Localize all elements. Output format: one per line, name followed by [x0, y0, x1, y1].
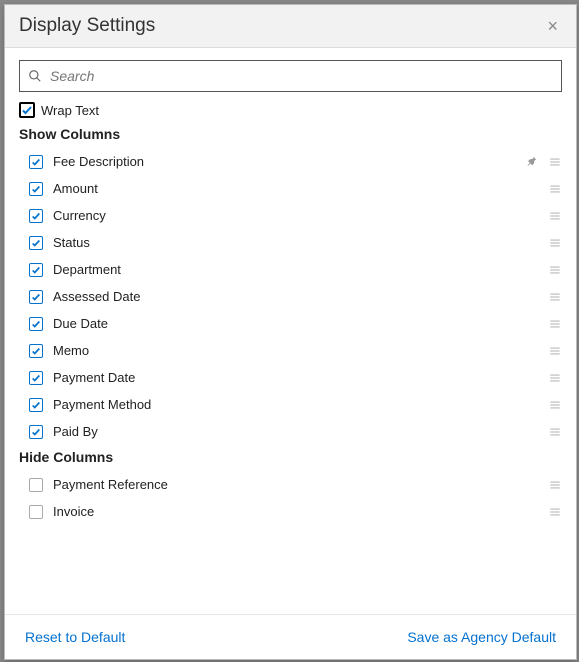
column-label: Status	[53, 235, 548, 250]
column-checkbox[interactable]	[29, 263, 43, 277]
column-label: Payment Method	[53, 397, 548, 412]
column-checkbox[interactable]	[29, 236, 43, 250]
drag-handle-icon[interactable]	[548, 209, 562, 223]
wrap-text-label: Wrap Text	[41, 103, 99, 118]
column-checkbox[interactable]	[29, 478, 43, 492]
display-settings-dialog: Display Settings × Wrap Text Show Column…	[4, 4, 577, 660]
column-label: Due Date	[53, 316, 548, 331]
drag-handle-icon[interactable]	[548, 478, 562, 492]
reset-to-default-link[interactable]: Reset to Default	[25, 629, 125, 645]
dialog-body: Wrap Text Show Columns Fee Description Am…	[5, 48, 576, 614]
column-row: Department	[19, 256, 562, 283]
column-checkbox[interactable]	[29, 209, 43, 223]
dialog-title: Display Settings	[19, 15, 155, 37]
column-label: Amount	[53, 181, 548, 196]
wrap-text-row: Wrap Text	[19, 102, 562, 118]
drag-handle-icon[interactable]	[548, 155, 562, 169]
drag-handle-icon[interactable]	[548, 317, 562, 331]
search-input[interactable]	[48, 67, 553, 85]
hide-columns-heading: Hide Columns	[19, 449, 562, 465]
dialog-header: Display Settings ×	[5, 5, 576, 48]
column-checkbox[interactable]	[29, 425, 43, 439]
close-button[interactable]: ×	[543, 15, 562, 37]
column-checkbox[interactable]	[29, 371, 43, 385]
column-checkbox[interactable]	[29, 505, 43, 519]
column-checkbox[interactable]	[29, 290, 43, 304]
pin-icon[interactable]	[524, 155, 538, 169]
drag-handle-icon[interactable]	[548, 425, 562, 439]
column-row: Fee Description	[19, 148, 562, 175]
column-row: Memo	[19, 337, 562, 364]
column-checkbox[interactable]	[29, 182, 43, 196]
search-icon	[28, 69, 42, 83]
drag-handle-icon[interactable]	[548, 344, 562, 358]
drag-handle-icon[interactable]	[548, 263, 562, 277]
column-checkbox[interactable]	[29, 155, 43, 169]
hide-columns-list: Payment Reference Invoice	[19, 471, 562, 525]
drag-handle-icon[interactable]	[548, 182, 562, 196]
column-checkbox[interactable]	[29, 344, 43, 358]
column-row: Amount	[19, 175, 562, 202]
column-label: Assessed Date	[53, 289, 548, 304]
search-field[interactable]	[19, 60, 562, 92]
column-label: Paid By	[53, 424, 548, 439]
column-row: Payment Reference	[19, 471, 562, 498]
column-row: Paid By	[19, 418, 562, 445]
column-label: Currency	[53, 208, 548, 223]
column-label: Payment Reference	[53, 477, 548, 492]
show-columns-heading: Show Columns	[19, 126, 562, 142]
drag-handle-icon[interactable]	[548, 371, 562, 385]
column-row: Due Date	[19, 310, 562, 337]
save-as-agency-default-link[interactable]: Save as Agency Default	[407, 629, 556, 645]
column-checkbox[interactable]	[29, 398, 43, 412]
column-label: Fee Description	[53, 154, 524, 169]
drag-handle-icon[interactable]	[548, 236, 562, 250]
column-label: Department	[53, 262, 548, 277]
column-label: Memo	[53, 343, 548, 358]
column-label: Payment Date	[53, 370, 548, 385]
column-label: Invoice	[53, 504, 548, 519]
column-row: Currency	[19, 202, 562, 229]
column-row: Invoice	[19, 498, 562, 525]
close-icon: ×	[547, 16, 558, 36]
column-row: Assessed Date	[19, 283, 562, 310]
column-row: Payment Method	[19, 391, 562, 418]
column-checkbox[interactable]	[29, 317, 43, 331]
show-columns-list: Fee Description Amount Currency Status Depar…	[19, 148, 562, 445]
drag-handle-icon[interactable]	[548, 290, 562, 304]
drag-handle-icon[interactable]	[548, 398, 562, 412]
column-row: Payment Date	[19, 364, 562, 391]
wrap-text-checkbox[interactable]	[19, 102, 35, 118]
drag-handle-icon[interactable]	[548, 505, 562, 519]
column-row: Status	[19, 229, 562, 256]
dialog-footer: Reset to Default Save as Agency Default	[5, 614, 576, 659]
